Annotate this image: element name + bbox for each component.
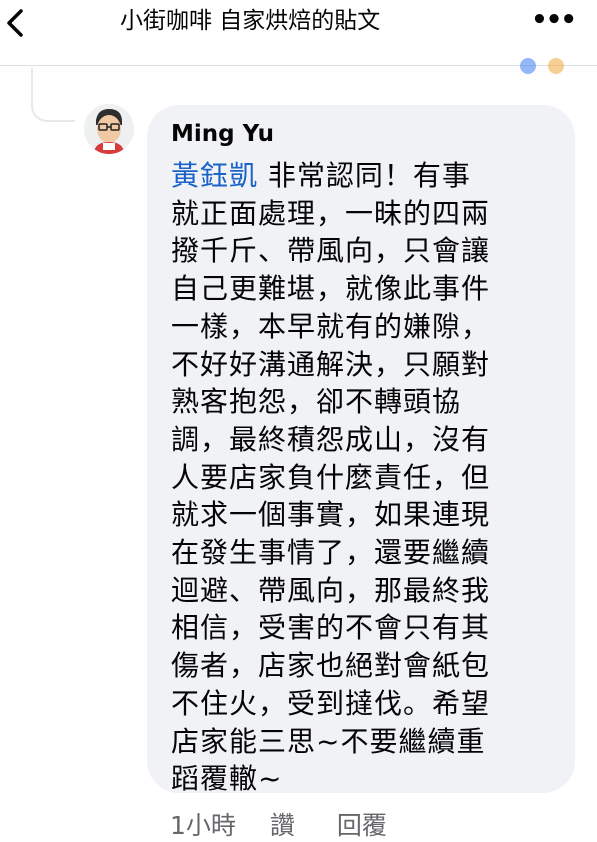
comment-line: 熟客抱怨，卻不轉頭協 bbox=[171, 385, 462, 419]
comment-line: 非常認同！有事 bbox=[258, 159, 471, 192]
comment-text: 黃鈺凱 非常認同！有事 就正面處理，一昧的四兩 撥千斤、帶風向，只會讓 自己更難… bbox=[171, 157, 561, 798]
header-divider bbox=[0, 65, 597, 66]
user-avatar-icon bbox=[84, 104, 134, 154]
comment-actions: 1小時 讚 回覆 bbox=[170, 806, 387, 842]
reply-button[interactable]: 回覆 bbox=[337, 806, 387, 842]
comment-line: 就求一個事實，如果連現 bbox=[171, 498, 491, 532]
chevron-left-icon bbox=[7, 9, 23, 37]
comment-line: 調，最終積怨成山，沒有 bbox=[171, 422, 491, 456]
page-title: 小街咖啡 自家烘焙的貼文 bbox=[120, 8, 381, 34]
comment-line: 人要店家負什麼責任，但 bbox=[171, 460, 491, 494]
comment-line: 相信，受害的不會只有其 bbox=[171, 611, 491, 645]
reply-thread-line bbox=[31, 68, 75, 122]
top-navigation-bar: 小街咖啡 自家烘焙的貼文 ••• bbox=[0, 0, 597, 48]
partial-reaction-icon bbox=[520, 58, 536, 74]
comment-line: 不好好溝通解決，只願對 bbox=[171, 347, 491, 381]
comment-line: 不住火，受到撻伐。希望 bbox=[171, 686, 491, 720]
comment-line: 迴避、帶風向，那最終我 bbox=[171, 573, 491, 607]
comment-bubble: Ming Yu 黃鈺凱 非常認同！有事 就正面處理，一昧的四兩 撥千斤、帶風向，… bbox=[147, 105, 575, 795]
comment-line: 撥千斤、帶風向，只會讓 bbox=[171, 234, 491, 268]
more-options-button[interactable]: ••• bbox=[531, 7, 577, 33]
comment-line: 自己更難堪，就像此事件 bbox=[171, 272, 491, 306]
comment-line: 一樣，本早就有的嫌隙， bbox=[171, 309, 491, 343]
partial-reaction-icon bbox=[548, 58, 564, 74]
comment-line: 就正面處理，一昧的四兩 bbox=[171, 196, 491, 230]
like-button[interactable]: 讚 bbox=[270, 806, 295, 842]
comment-line: 傷者，店家也絕對會紙包 bbox=[171, 649, 491, 683]
comment-timestamp[interactable]: 1小時 bbox=[170, 806, 236, 842]
comment-author[interactable]: Ming Yu bbox=[171, 121, 274, 147]
comment-line: 店家能三思~不要繼續重 bbox=[171, 724, 486, 758]
comment-line: 在發生事情了，還要繼續 bbox=[171, 536, 491, 570]
mention-link[interactable]: 黃鈺凱 bbox=[171, 159, 258, 192]
back-button[interactable] bbox=[2, 8, 28, 38]
avatar[interactable] bbox=[84, 104, 134, 154]
comment-line: 蹈覆轍~ bbox=[171, 762, 283, 796]
